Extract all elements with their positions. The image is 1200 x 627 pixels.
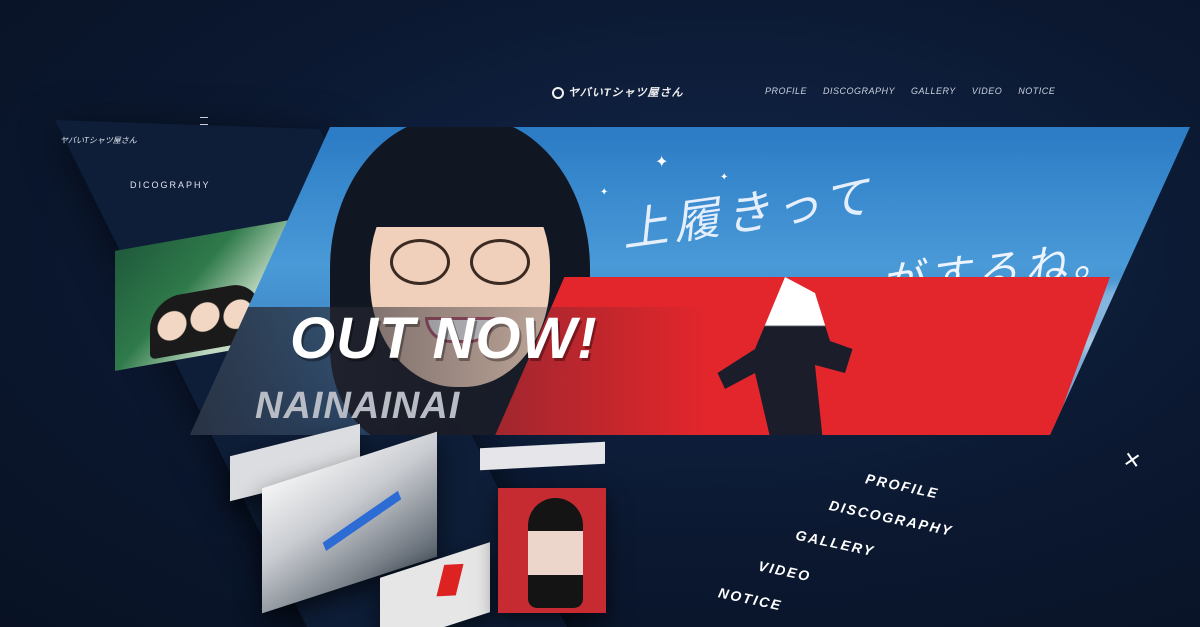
glasses-icon [390, 239, 450, 285]
nav-discography[interactable]: DISCOGRAPHY [823, 86, 895, 96]
card-accent [436, 563, 464, 597]
nav-video[interactable]: VIDEO [972, 86, 1003, 96]
hero-headline: OUT NOW! [290, 306, 598, 371]
nav-gallery[interactable]: GALLERY [911, 86, 956, 96]
mobile-section-title: DICOGRAPHY [130, 180, 211, 190]
logo-text: ヤバいTシャツ屋さん [568, 87, 684, 99]
glasses-icon [470, 239, 530, 285]
close-icon[interactable]: × [1121, 443, 1143, 477]
hero-portrait-bangs [365, 157, 555, 227]
menu-profile[interactable]: PROFILE [864, 470, 940, 501]
menu-notice[interactable]: NOTICE [717, 584, 784, 613]
menu-discography[interactable]: DISCOGRAPHY [828, 497, 955, 539]
hero-subtitle[interactable]: NAINAINAI [255, 385, 460, 428]
content-strip [480, 441, 605, 471]
hamburger-icon[interactable] [200, 117, 208, 125]
top-nav: PROFILE DISCOGRAPHY GALLERY VIDEO NOTICE [765, 86, 1055, 96]
nav-notice[interactable]: NOTICE [1018, 86, 1055, 96]
hero-sky-text-1: 上履きって [617, 168, 879, 258]
mobile-logo[interactable]: ヤバいTシャツ屋さん [60, 135, 137, 146]
logo-mark-icon [552, 87, 564, 100]
site-logo[interactable]: ヤバいTシャツ屋さん [552, 84, 684, 100]
card-accent [322, 490, 402, 551]
artist-portrait-card[interactable] [498, 488, 606, 613]
showcase-stage: ヤバいTシャツ屋さん DICOGRAPHY ヤバいTシャツ屋さん PROFILE… [0, 0, 1200, 627]
sparkle-icon: ✦ [655, 154, 669, 171]
artist-portrait-figure [528, 498, 583, 608]
sparkle-icon: ✦ [600, 187, 609, 198]
nav-profile[interactable]: PROFILE [765, 86, 807, 96]
menu-gallery[interactable]: GALLERY [794, 527, 876, 559]
menu-video[interactable]: VIDEO [757, 558, 813, 585]
